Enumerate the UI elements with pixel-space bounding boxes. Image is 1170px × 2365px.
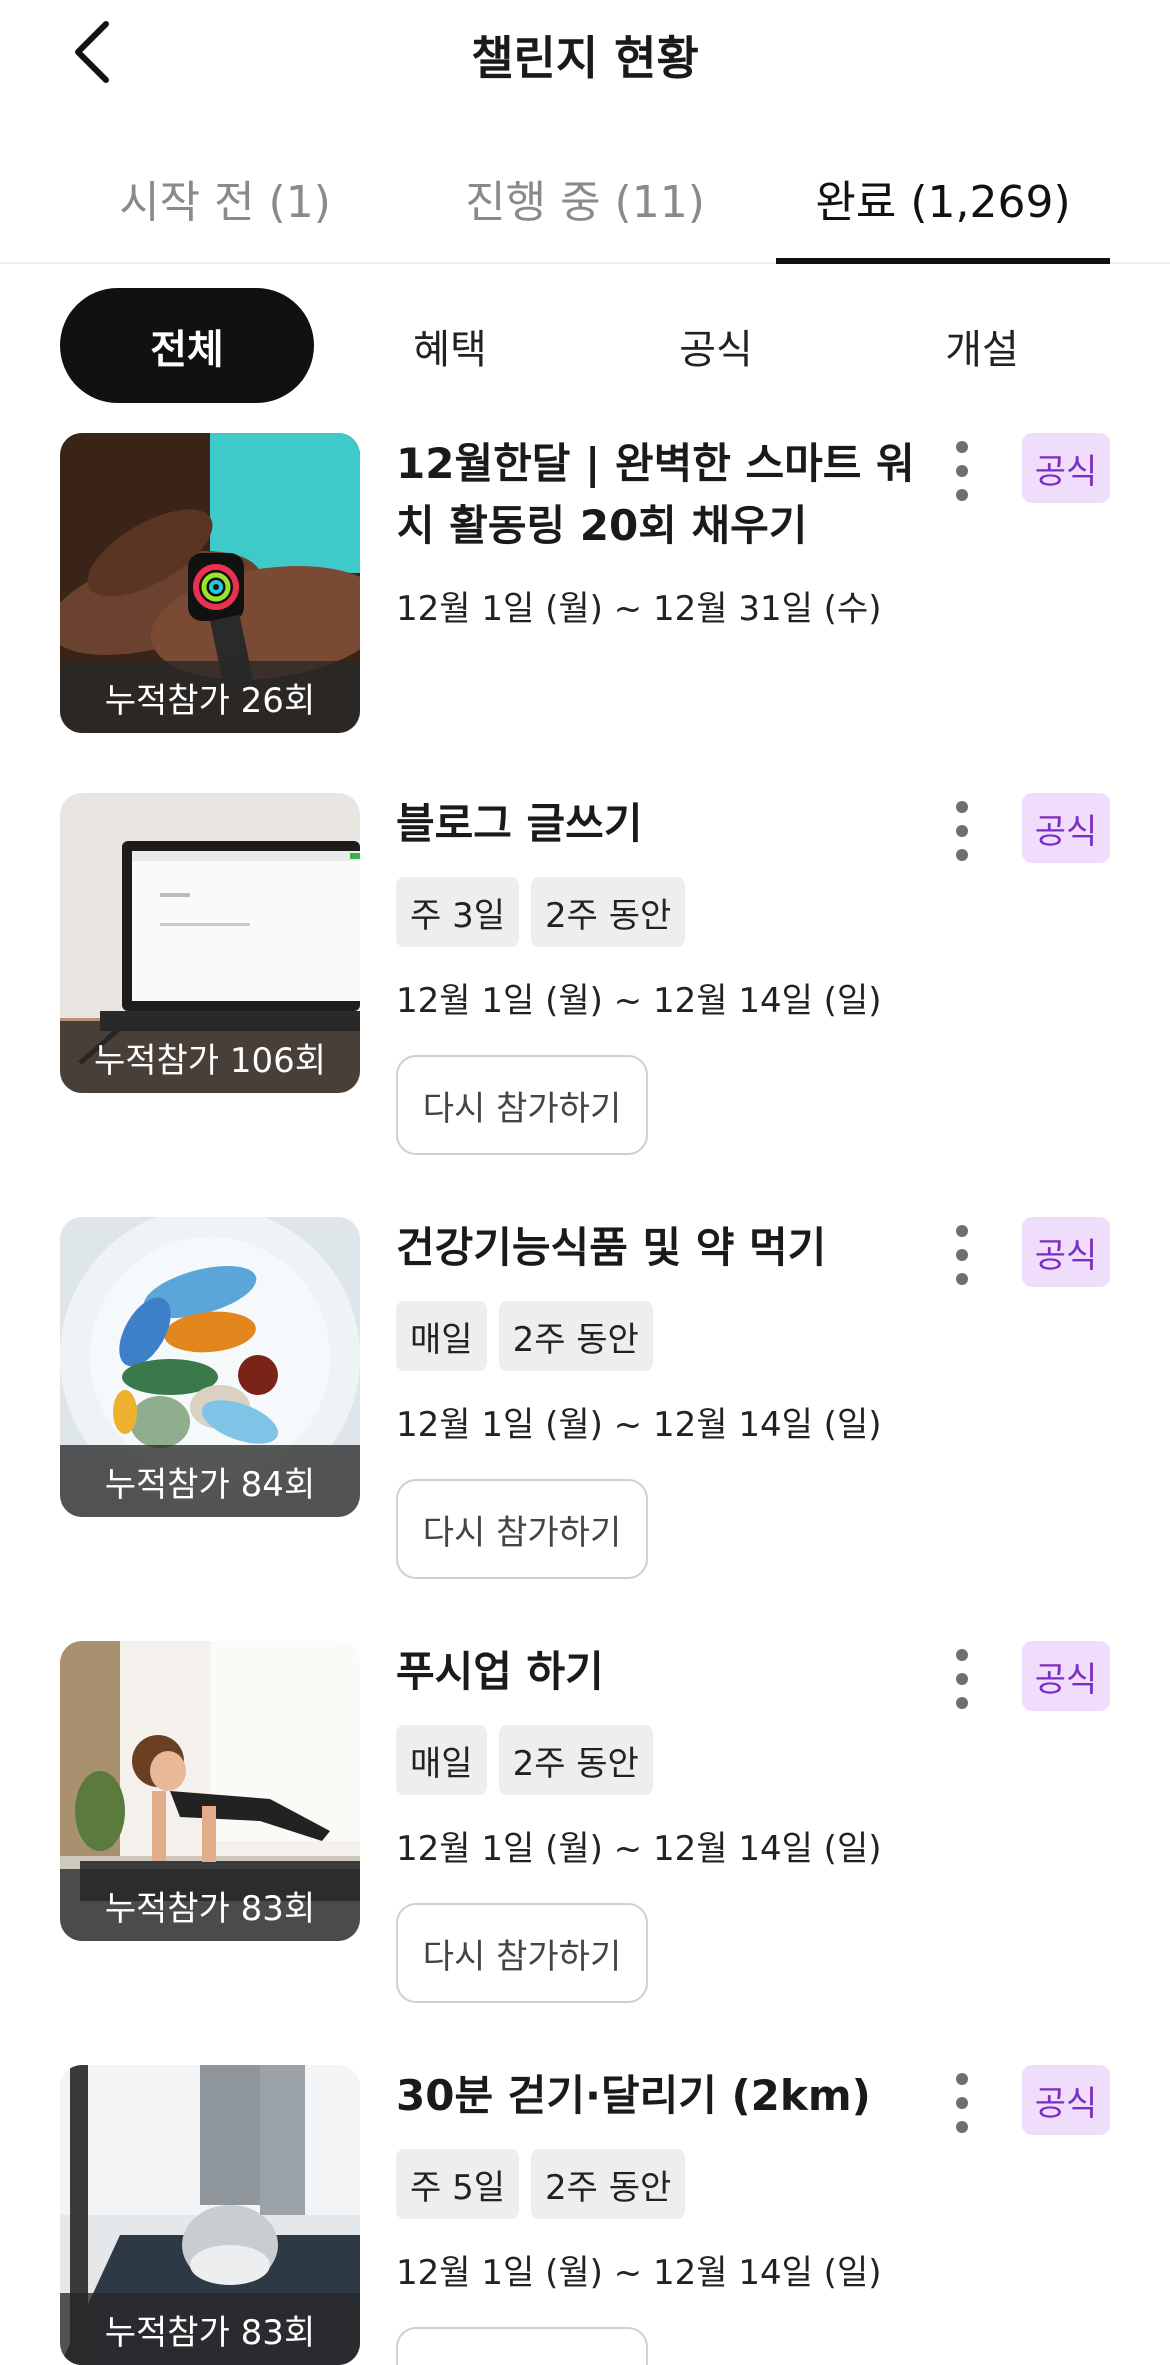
status-tabs: 시작 전 (1) 진행 중 (11) 완료 (1,269) <box>0 150 1170 264</box>
official-badge: 공식 <box>1022 1641 1110 1711</box>
challenge-card[interactable]: 누적참가 84회 건강기능식품 및 약 먹기 공식 매일 2주 동안 12월 1… <box>0 1217 1170 1597</box>
challenge-thumbnail: 누적참가 83회 <box>60 2065 360 2365</box>
challenge-tags: 주 5일 2주 동안 <box>396 2149 686 2219</box>
challenge-title: 푸시업 하기 <box>396 1647 604 1696</box>
participation-count: 누적참가 83회 <box>60 2293 360 2365</box>
challenge-title: 건강기능식품 및 약 먹기 <box>396 1223 827 1272</box>
challenge-title: 30분 걷기·달리기 (2km) <box>396 2071 871 2120</box>
official-badge: 공식 <box>1022 2065 1110 2135</box>
filter-all[interactable]: 전체 <box>60 288 314 403</box>
challenge-tags: 매일 2주 동안 <box>396 1725 653 1795</box>
filter-chips: 전체 혜택 공식 개설 <box>0 288 1170 403</box>
more-options-icon[interactable] <box>944 801 980 861</box>
filter-benefit[interactable]: 혜택 <box>350 288 550 403</box>
challenge-dates: 12월 1일 (월) ~ 12월 31일 (수) <box>396 589 882 629</box>
rejoin-button[interactable] <box>396 2327 648 2365</box>
participation-count: 누적참가 26회 <box>60 661 360 733</box>
challenge-tags: 매일 2주 동안 <box>396 1301 653 1371</box>
participation-count: 누적참가 84회 <box>60 1445 360 1517</box>
challenge-card[interactable]: 누적참가 83회 30분 걷기·달리기 (2km) 공식 주 5일 2주 동안 … <box>0 2065 1170 2365</box>
frequency-tag: 매일 <box>396 1725 487 1795</box>
challenge-dates: 12월 1일 (월) ~ 12월 14일 (일) <box>396 2253 882 2293</box>
official-badge: 공식 <box>1022 1217 1110 1287</box>
challenge-thumbnail: 누적참가 106회 <box>60 793 360 1093</box>
rejoin-button[interactable]: 다시 참가하기 <box>396 1903 648 2003</box>
more-options-icon[interactable] <box>944 1649 980 1709</box>
rejoin-button[interactable]: 다시 참가하기 <box>396 1479 648 1579</box>
duration-tag: 2주 동안 <box>498 1301 653 1371</box>
participation-count: 누적참가 106회 <box>60 1021 360 1093</box>
challenge-thumbnail: 누적참가 83회 <box>60 1641 360 1941</box>
frequency-tag: 주 5일 <box>396 2149 519 2219</box>
official-badge: 공식 <box>1022 793 1110 863</box>
challenge-tags: 주 3일 2주 동안 <box>396 877 686 947</box>
filter-created[interactable]: 개설 <box>882 288 1082 403</box>
challenge-card[interactable]: 누적참가 83회 푸시업 하기 공식 매일 2주 동안 12월 1일 (월) ~… <box>0 1641 1170 2021</box>
challenge-title: 블로그 글쓰기 <box>396 799 643 848</box>
challenge-dates: 12월 1일 (월) ~ 12월 14일 (일) <box>396 981 882 1021</box>
page-title: 챌린지 현황 <box>471 31 699 85</box>
tab-completed[interactable]: 완료 (1,269) <box>776 150 1110 264</box>
official-badge: 공식 <box>1022 433 1110 503</box>
challenge-dates: 12월 1일 (월) ~ 12월 14일 (일) <box>396 1829 882 1869</box>
challenge-card[interactable]: 누적참가 26회 12월한달 | 완벽한 스마트 워치 활동링 20회 채우기 … <box>0 433 1170 733</box>
more-options-icon[interactable] <box>944 1225 980 1285</box>
more-options-icon[interactable] <box>944 2073 980 2133</box>
tab-in-progress[interactable]: 진행 중 (11) <box>460 150 710 262</box>
challenge-title: 12월한달 | 완벽한 스마트 워치 활동링 20회 채우기 <box>396 439 915 550</box>
frequency-tag: 매일 <box>396 1301 487 1371</box>
duration-tag: 2주 동안 <box>498 1725 653 1795</box>
more-options-icon[interactable] <box>944 441 980 501</box>
participation-count: 누적참가 83회 <box>60 1869 360 1941</box>
frequency-tag: 주 3일 <box>396 877 519 947</box>
challenge-thumbnail: 누적참가 84회 <box>60 1217 360 1517</box>
duration-tag: 2주 동안 <box>531 877 686 947</box>
header: 챌린지 현황 <box>0 0 1170 105</box>
rejoin-button[interactable]: 다시 참가하기 <box>396 1055 648 1155</box>
challenge-card[interactable]: 누적참가 106회 블로그 글쓰기 공식 주 3일 2주 동안 12월 1일 (… <box>0 793 1170 1173</box>
challenge-dates: 12월 1일 (월) ~ 12월 14일 (일) <box>396 1405 882 1445</box>
challenge-thumbnail: 누적참가 26회 <box>60 433 360 733</box>
duration-tag: 2주 동안 <box>531 2149 686 2219</box>
filter-official[interactable]: 공식 <box>616 288 816 403</box>
tab-not-started[interactable]: 시작 전 (1) <box>110 150 340 262</box>
